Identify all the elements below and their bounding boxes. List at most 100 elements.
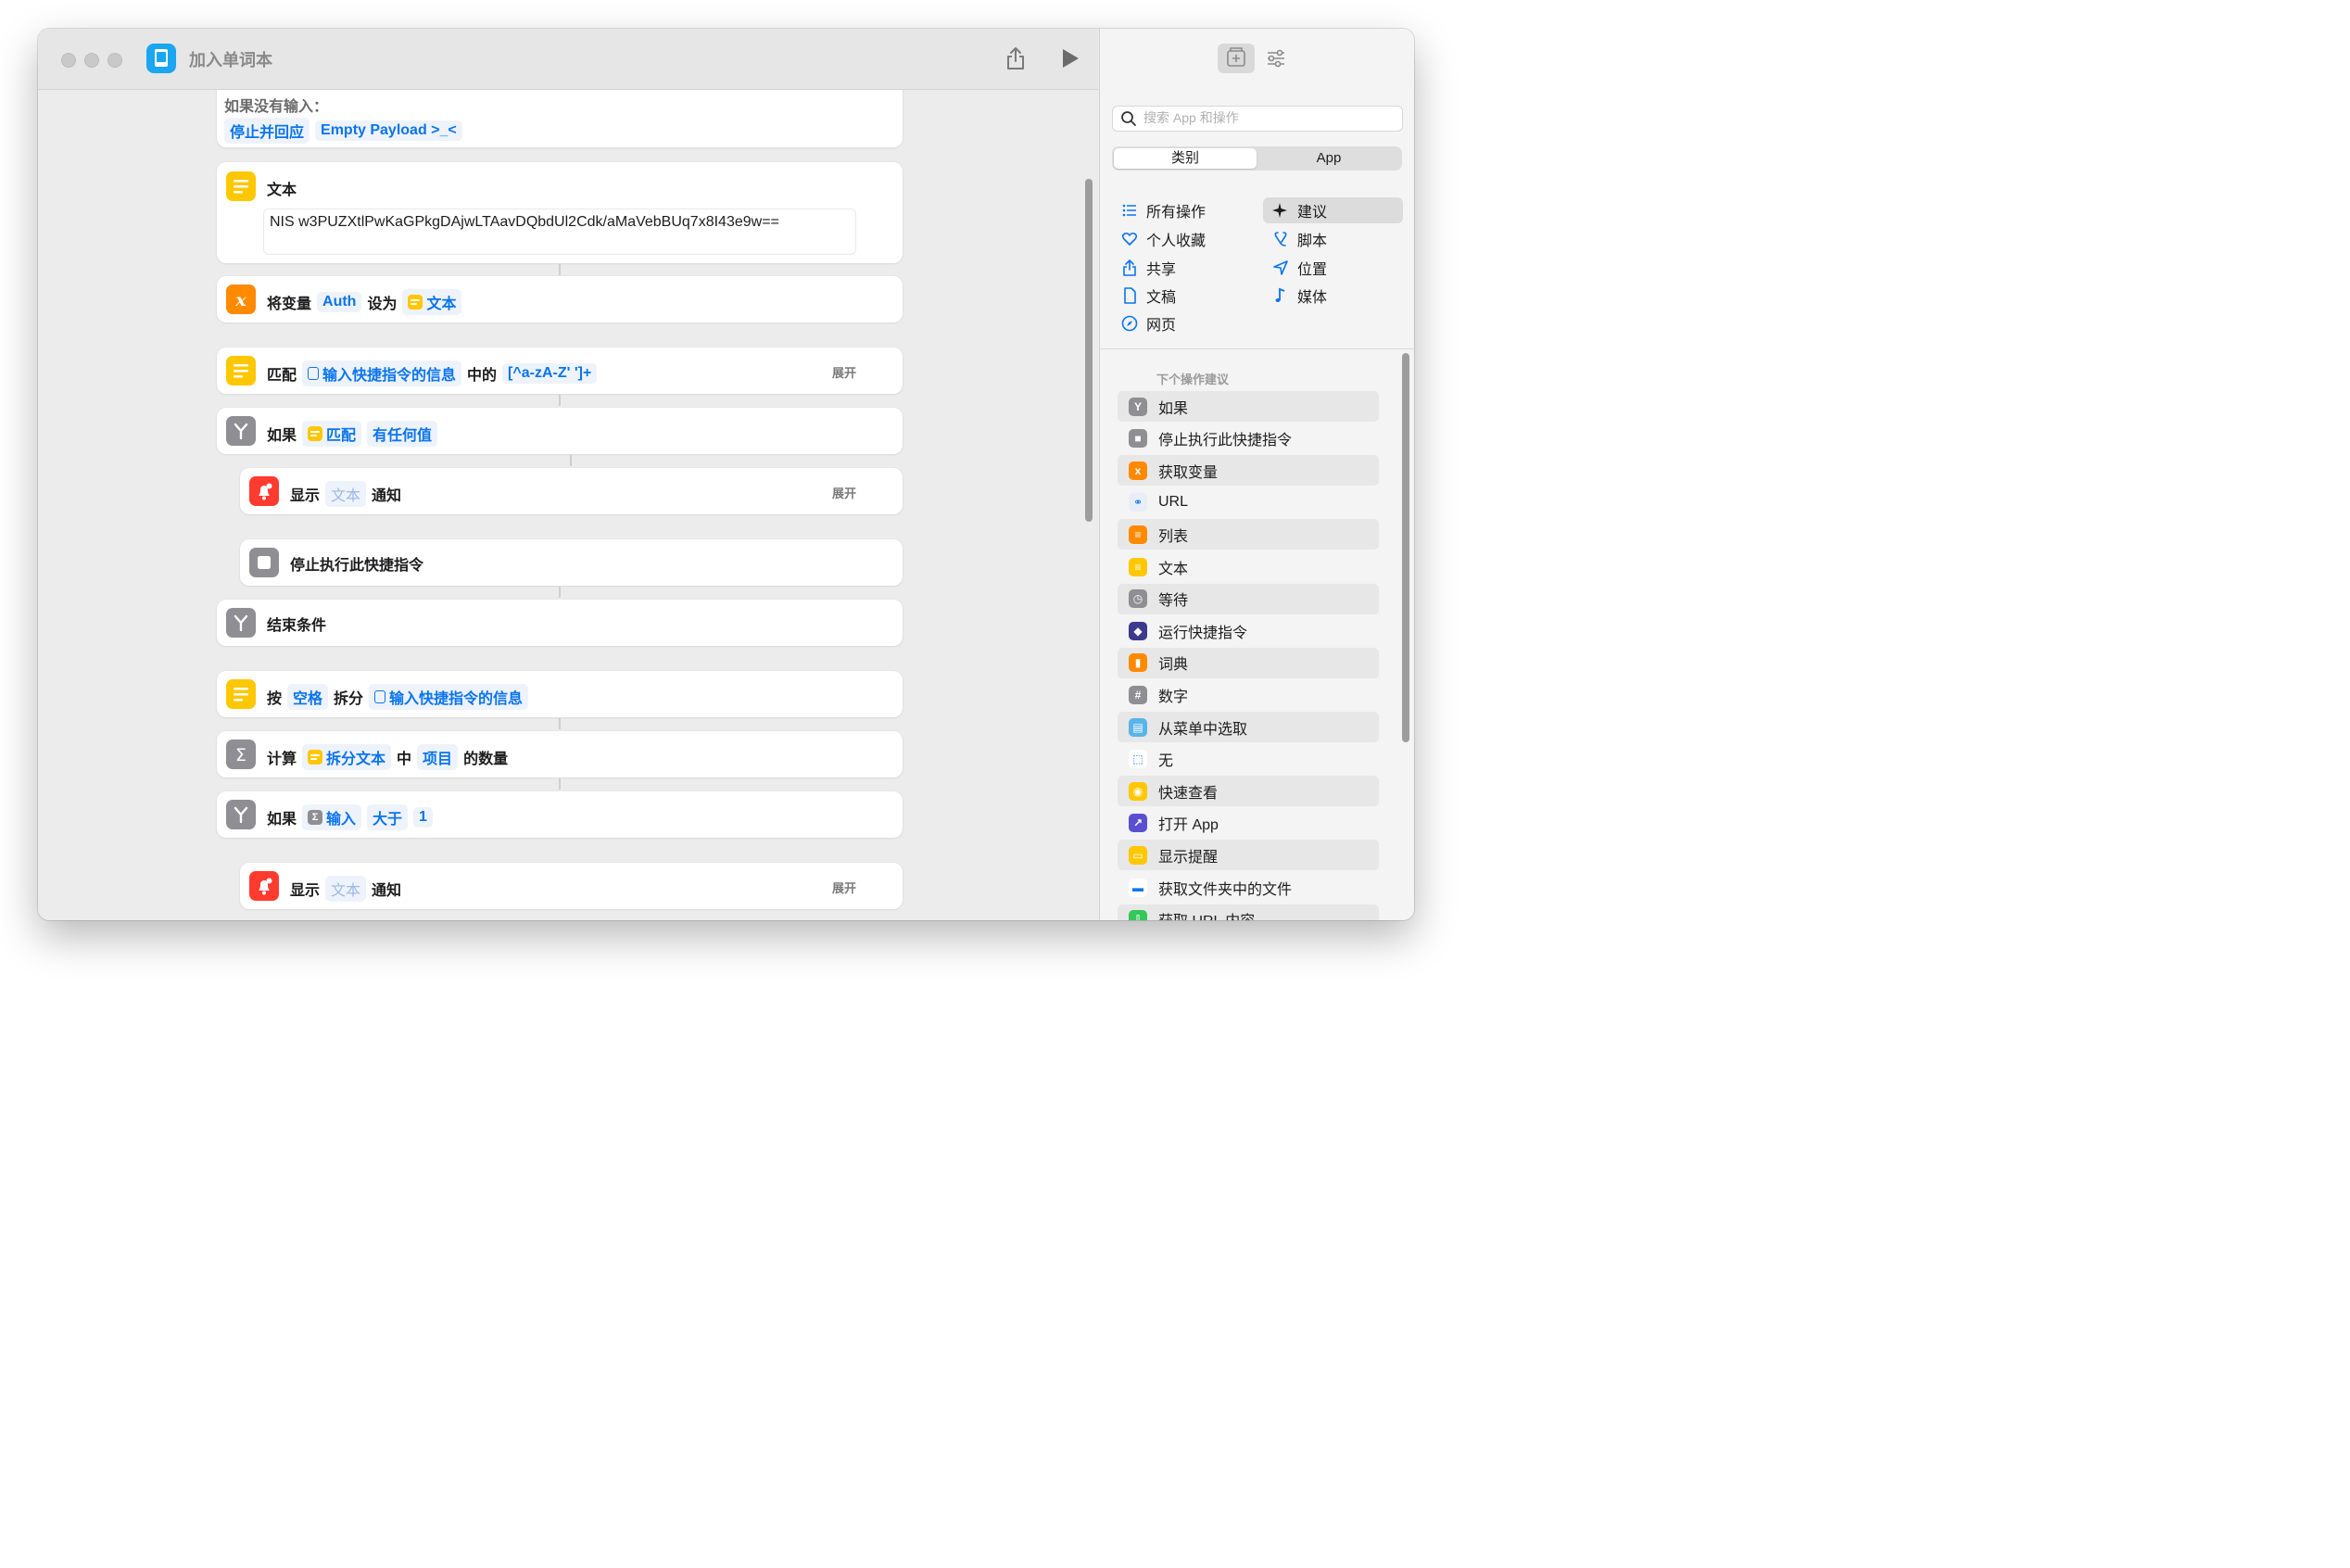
minimize-window-button[interactable]: [84, 53, 99, 68]
if-card[interactable]: 如果 匹配 有任何值: [217, 408, 903, 454]
expand-button[interactable]: 展开: [832, 363, 856, 381]
if-no-input-card[interactable]: 如果没有输入： 停止并回应 Empty Payload >_<: [217, 90, 903, 147]
show-label: 显示: [290, 883, 321, 899]
show-notification-card[interactable]: 显示 文本 通知 展开: [240, 468, 903, 514]
suggestion-item[interactable]: ◉ 快速查看: [1118, 776, 1379, 807]
notification-text-token[interactable]: 文本: [325, 481, 367, 507]
shortcut-input-label: 输入快捷指令的信息: [322, 368, 457, 384]
close-window-button[interactable]: [61, 53, 76, 68]
count-card[interactable]: Σ 计算 拆分文本 中 项目 的数量: [217, 731, 903, 778]
category-media[interactable]: 媒体: [1263, 283, 1403, 309]
expand-button[interactable]: 展开: [832, 484, 856, 501]
notification-bell-icon: [249, 476, 279, 506]
count-unit-token[interactable]: 项目: [417, 744, 459, 770]
text-content-field[interactable]: NIS w3PUZXtlPwKaGPkgDAjwLTAavDQbdUl2Cdk/…: [263, 209, 856, 255]
category-label: 脚本: [1297, 234, 1328, 249]
suggestion-label: 无: [1158, 753, 1174, 770]
category-web[interactable]: 网页: [1112, 310, 1251, 336]
suggestion-item[interactable]: ⇩ 获取 URL 内容: [1118, 904, 1379, 920]
suggestion-item[interactable]: ▮ 词典: [1118, 647, 1379, 678]
pattern-token[interactable]: [^a-zA-Z' ']+: [502, 363, 598, 384]
editor-scrollbar[interactable]: [1085, 179, 1093, 522]
split-text-card[interactable]: 按 空格 拆分 输入快捷指令的信息: [217, 671, 903, 717]
shortcuts-icon: ◆: [1129, 621, 1147, 640]
text-variable-token[interactable]: 文本: [402, 289, 462, 315]
condition-token[interactable]: 有任何值: [367, 421, 438, 447]
condition-value-token[interactable]: 1: [413, 807, 433, 828]
suggestion-item[interactable]: ▬ 获取文件夹中的文件: [1118, 872, 1379, 903]
settings-sliders-icon[interactable]: [1257, 44, 1295, 73]
suggestion-item[interactable]: ■ 停止执行此快捷指令: [1118, 424, 1379, 454]
window-title[interactable]: 加入单词本: [189, 47, 272, 71]
shortcut-input-token[interactable]: 输入快捷指令的信息: [302, 360, 462, 386]
suggestion-item[interactable]: ≡ 文本: [1118, 551, 1379, 582]
separator-token[interactable]: 空格: [287, 684, 329, 710]
stop-shortcut-card[interactable]: 停止执行此快捷指令: [240, 539, 903, 586]
shortcut-input-token[interactable]: 输入快捷指令的信息: [369, 684, 529, 710]
search-input[interactable]: [1143, 107, 1394, 129]
variable-name-token[interactable]: Auth: [317, 292, 362, 312]
stop-respond-token[interactable]: 停止并回应: [224, 118, 310, 144]
text-content: NIS w3PUZXtlPwKaGPkgDAjwLTAavDQbdUl2Cdk/…: [270, 214, 779, 230]
library-icon[interactable]: [1218, 44, 1255, 73]
match-text-card[interactable]: 匹配 输入快捷指令的信息 中的 [^a-zA-Z' ']+ 展开: [217, 348, 903, 394]
segment-apps[interactable]: App: [1257, 148, 1400, 169]
payload-token[interactable]: Empty Payload >_<: [315, 120, 462, 141]
run-button[interactable]: [1063, 49, 1079, 68]
text-icon: [226, 171, 256, 201]
if-card[interactable]: 如果 Σ 输入 大于 1: [217, 791, 903, 838]
suggestion-item[interactable]: ▭ 显示提醒: [1118, 840, 1379, 871]
notification-label: 通知: [372, 883, 402, 899]
suggestion-item[interactable]: ⬚ 无: [1118, 744, 1379, 775]
count-variable-token[interactable]: Σ 输入: [302, 804, 362, 830]
expand-button[interactable]: 展开: [832, 879, 856, 896]
zoom-window-button[interactable]: [107, 53, 122, 68]
flow-connector: [559, 587, 561, 598]
notification-text-token[interactable]: 文本: [325, 876, 367, 902]
show-notification-card[interactable]: 显示 文本 通知 展开: [240, 863, 903, 909]
suggestion-item[interactable]: ≡ 列表: [1118, 519, 1379, 550]
input-icon: [308, 367, 320, 380]
category-sharing[interactable]: 共享: [1112, 255, 1251, 281]
variable-icon: x: [226, 285, 256, 314]
in-label: 中: [397, 752, 412, 767]
text-action-card[interactable]: 文本 NIS w3PUZXtlPwKaGPkgDAjwLTAavDQbdUl2C…: [217, 162, 903, 263]
category-suggestions[interactable]: 建议: [1263, 197, 1403, 223]
notification-label: 通知: [372, 488, 402, 504]
match-variable-label: 匹配: [326, 428, 357, 444]
segment-categories[interactable]: 类别: [1114, 148, 1257, 169]
suggestion-item[interactable]: ▤ 从菜单中选取: [1118, 712, 1379, 742]
category-favorites[interactable]: 个人收藏: [1112, 226, 1251, 252]
show-label: 显示: [290, 488, 321, 504]
shortcut-book-icon[interactable]: [146, 44, 176, 73]
match-variable-token[interactable]: 匹配: [302, 421, 362, 447]
if-icon: [226, 416, 256, 446]
suggestion-item[interactable]: Y 如果: [1118, 391, 1379, 422]
suggestion-item[interactable]: ⚭ URL: [1118, 487, 1379, 518]
end-if-card[interactable]: 结束条件: [217, 600, 903, 646]
suggestion-label: 如果: [1158, 400, 1189, 417]
category-scripting[interactable]: 脚本: [1263, 226, 1403, 252]
search-field[interactable]: [1112, 106, 1403, 132]
set-variable-card[interactable]: x 将变量 Auth 设为 文本: [217, 276, 903, 322]
share-icon[interactable]: [1005, 46, 1026, 70]
stop-label: 停止执行此快捷指令: [290, 558, 424, 574]
download-icon: ⇩: [1129, 910, 1147, 920]
suggestion-item[interactable]: ↗ 打开 App: [1118, 808, 1379, 839]
suggestion-label: 从菜单中选取: [1158, 721, 1248, 738]
category-documents[interactable]: 文稿: [1112, 283, 1251, 309]
category-all-actions[interactable]: 所有操作: [1112, 197, 1251, 223]
folder-icon: ▬: [1129, 878, 1147, 897]
flow-connector: [559, 264, 561, 275]
category-location[interactable]: 位置: [1263, 255, 1403, 281]
suggestion-item[interactable]: x 获取变量: [1118, 455, 1379, 487]
condition-token[interactable]: 大于: [367, 804, 409, 830]
sidebar-scrollbar[interactable]: [1402, 353, 1409, 742]
suggestion-label: 文本: [1158, 561, 1189, 577]
suggestion-item[interactable]: ◷ 等待: [1118, 583, 1379, 614]
split-text-token[interactable]: 拆分文本: [302, 744, 392, 770]
suggestion-item[interactable]: ◆ 运行快捷指令: [1118, 615, 1379, 646]
suggestion-item[interactable]: # 数字: [1118, 679, 1379, 710]
split-label: 拆分: [334, 691, 364, 707]
stop-icon: ■: [1129, 429, 1147, 449]
